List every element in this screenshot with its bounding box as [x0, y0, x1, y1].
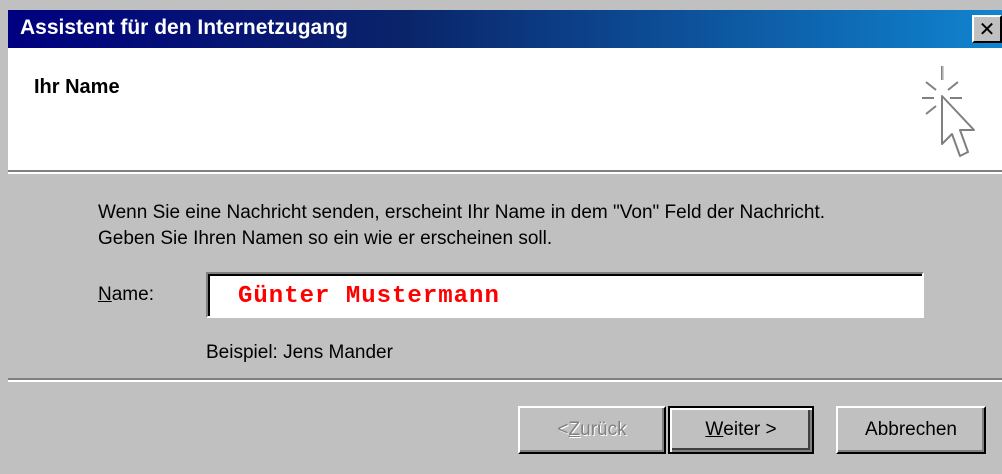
close-icon: ✕	[978, 17, 996, 41]
next-button[interactable]: Weiter >	[668, 406, 814, 454]
back-button-prefix: <	[557, 419, 569, 440]
name-label-rest: ame:	[111, 284, 154, 305]
example-text: Beispiel: Jens Mander	[206, 342, 393, 363]
instruction-line-2: Geben Sie Ihren Namen so ein wie er ersc…	[98, 228, 553, 249]
instruction-line-1: Wenn Sie eine Nachricht senden, erschein…	[98, 202, 826, 223]
instruction-text: Wenn Sie eine Nachricht senden, erschein…	[98, 200, 978, 252]
wizard-header: Ihr Name	[8, 48, 1002, 174]
name-label-mnemonic: N	[98, 284, 112, 305]
cancel-button[interactable]: Abbrechen	[836, 406, 986, 454]
name-input[interactable]: Günter Mustermann	[206, 272, 924, 318]
title-bar[interactable]: Assistent für den Internetzugang ✕	[8, 10, 1002, 48]
next-button-rest: eiter >	[723, 419, 777, 440]
back-button-rest: urück	[580, 419, 627, 440]
window-title: Assistent für den Internetzugang	[20, 16, 348, 39]
back-button[interactable]: < Zurück	[518, 406, 666, 454]
wizard-cursor-sparkle-icon	[922, 66, 975, 157]
close-button[interactable]: ✕	[972, 15, 1002, 43]
wizard-dialog: Assistent für den Internetzugang ✕ Ihr N…	[0, 0, 1002, 474]
back-button-mnemonic: Z	[568, 419, 581, 440]
cancel-button-label: Abbrechen	[865, 419, 957, 440]
name-label: Name:	[98, 284, 154, 306]
next-button-mnemonic: W	[705, 419, 724, 440]
page-title: Ihr Name	[34, 76, 120, 98]
name-input-value: Günter Mustermann	[238, 283, 500, 310]
button-separator	[8, 378, 1002, 382]
